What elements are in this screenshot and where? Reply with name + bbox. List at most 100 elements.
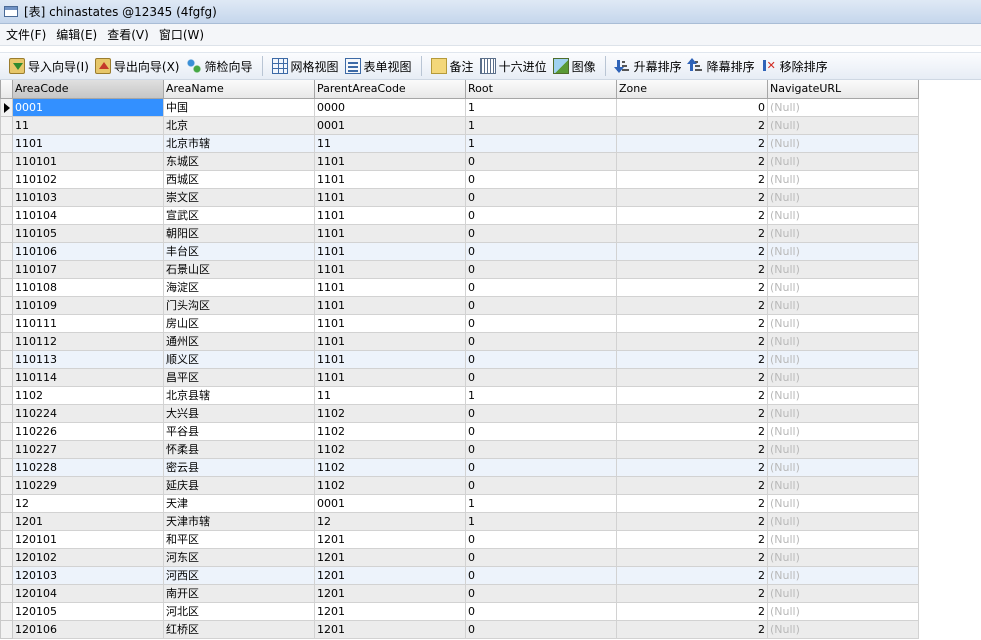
cell-navigateurl[interactable]: (Null) [767,277,919,297]
table-row[interactable]: 1201 天津市辖 12 1 2 (Null) [0,511,919,531]
cell-areaname[interactable]: 延庆县 [163,475,315,495]
cell-root[interactable]: 0 [465,403,617,423]
table-row[interactable]: 110224 大兴县 1102 0 2 (Null) [0,403,919,423]
cell-zone[interactable]: 2 [616,547,768,567]
cell-parentareacode[interactable]: 1101 [314,205,466,225]
cell-areaname[interactable]: 平谷县 [163,421,315,441]
cell-zone[interactable]: 2 [616,439,768,459]
table-row[interactable]: 110112 通州区 1101 0 2 (Null) [0,331,919,351]
row-indicator[interactable] [0,529,13,549]
row-indicator[interactable] [0,583,13,603]
table-row[interactable]: 110107 石景山区 1101 0 2 (Null) [0,259,919,279]
row-indicator[interactable] [0,421,13,441]
cell-root[interactable]: 0 [465,421,617,441]
menu-file[interactable]: 文件(F) [0,26,51,43]
export-wizard-button[interactable]: 导出向导(X) [92,55,183,77]
cell-parentareacode[interactable]: 12 [314,511,466,531]
cell-navigateurl[interactable]: (Null) [767,331,919,351]
cell-root[interactable]: 1 [465,115,617,135]
cell-root[interactable]: 0 [465,259,617,279]
cell-root[interactable]: 0 [465,601,617,621]
cell-areacode[interactable]: 110107 [12,259,164,279]
cell-parentareacode[interactable]: 1102 [314,457,466,477]
menu-edit[interactable]: 编辑(E) [51,26,102,43]
cell-root[interactable]: 1 [465,385,617,405]
cell-root[interactable]: 0 [465,547,617,567]
cell-navigateurl[interactable]: (Null) [767,367,919,387]
data-grid[interactable]: AreaCode AreaName ParentAreaCode Root Zo… [0,80,981,640]
cell-zone[interactable]: 2 [616,583,768,603]
row-indicator[interactable] [0,619,13,639]
table-row[interactable]: 110102 西城区 1101 0 2 (Null) [0,169,919,189]
cell-zone[interactable]: 2 [616,565,768,585]
row-indicator[interactable] [0,457,13,477]
cell-areacode[interactable]: 1101 [12,133,164,153]
cell-areacode[interactable]: 120104 [12,583,164,603]
cell-zone[interactable]: 2 [616,601,768,621]
remove-sort-button[interactable]: 移除排序 [758,55,831,77]
cell-parentareacode[interactable]: 1101 [314,151,466,171]
cell-areaname[interactable]: 河西区 [163,565,315,585]
cell-areaname[interactable]: 大兴县 [163,403,315,423]
table-row[interactable]: 120102 河东区 1201 0 2 (Null) [0,547,919,567]
cell-parentareacode[interactable]: 1101 [314,331,466,351]
cell-root[interactable]: 0 [465,295,617,315]
row-indicator[interactable] [0,511,13,531]
cell-areacode[interactable]: 110106 [12,241,164,261]
cell-zone[interactable]: 2 [616,277,768,297]
table-row[interactable]: 11 北京 0001 1 2 (Null) [0,115,919,135]
cell-areaname[interactable]: 丰台区 [163,241,315,261]
table-row[interactable]: 120105 河北区 1201 0 2 (Null) [0,601,919,621]
cell-zone[interactable]: 2 [616,619,768,639]
row-indicator[interactable] [0,259,13,279]
cell-areaname[interactable]: 通州区 [163,331,315,351]
table-row[interactable]: 110111 房山区 1101 0 2 (Null) [0,313,919,333]
cell-root[interactable]: 0 [465,367,617,387]
cell-root[interactable]: 0 [465,331,617,351]
table-row[interactable]: 120103 河西区 1201 0 2 (Null) [0,565,919,585]
cell-navigateurl[interactable]: (Null) [767,529,919,549]
cell-parentareacode[interactable]: 1201 [314,619,466,639]
cell-navigateurl[interactable]: (Null) [767,583,919,603]
cell-areacode[interactable]: 110103 [12,187,164,207]
cell-parentareacode[interactable]: 1101 [314,349,466,369]
cell-zone[interactable]: 2 [616,349,768,369]
table-row[interactable]: 12 天津 0001 1 2 (Null) [0,493,919,513]
cell-parentareacode[interactable]: 1101 [314,277,466,297]
row-indicator[interactable] [0,133,13,153]
cell-parentareacode[interactable]: 1101 [314,187,466,207]
cell-navigateurl[interactable]: (Null) [767,313,919,333]
filter-wizard-button[interactable]: 筛检向导 [183,55,256,77]
cell-parentareacode[interactable]: 1102 [314,439,466,459]
cell-areaname[interactable]: 密云县 [163,457,315,477]
cell-areaname[interactable]: 河北区 [163,601,315,621]
cell-parentareacode[interactable]: 1201 [314,583,466,603]
table-row[interactable]: 110114 昌平区 1101 0 2 (Null) [0,367,919,387]
cell-areacode[interactable]: 110109 [12,295,164,315]
cell-root[interactable]: 0 [465,223,617,243]
import-wizard-button[interactable]: 导入向导(I) [6,55,92,77]
cell-areaname[interactable]: 朝阳区 [163,223,315,243]
table-row[interactable]: 110227 怀柔县 1102 0 2 (Null) [0,439,919,459]
image-button[interactable]: 图像 [550,55,599,77]
cell-areacode[interactable]: 110227 [12,439,164,459]
row-indicator[interactable] [0,349,13,369]
cell-root[interactable]: 0 [465,583,617,603]
cell-areacode[interactable]: 110104 [12,205,164,225]
cell-parentareacode[interactable]: 0001 [314,115,466,135]
cell-areaname[interactable]: 天津 [163,493,315,513]
cell-root[interactable]: 0 [465,277,617,297]
cell-navigateurl[interactable]: (Null) [767,349,919,369]
cell-areacode[interactable]: 110102 [12,169,164,189]
cell-areacode[interactable]: 0001 [12,97,164,117]
row-indicator[interactable] [0,439,13,459]
cell-zone[interactable]: 2 [616,169,768,189]
cell-areaname[interactable]: 昌平区 [163,367,315,387]
cell-root[interactable]: 0 [465,241,617,261]
form-view-button[interactable]: 表单视图 [342,55,415,77]
cell-zone[interactable]: 2 [616,457,768,477]
cell-areaname[interactable]: 石景山区 [163,259,315,279]
cell-zone[interactable]: 2 [616,475,768,495]
cell-areaname[interactable]: 海淀区 [163,277,315,297]
cell-areacode[interactable]: 110105 [12,223,164,243]
